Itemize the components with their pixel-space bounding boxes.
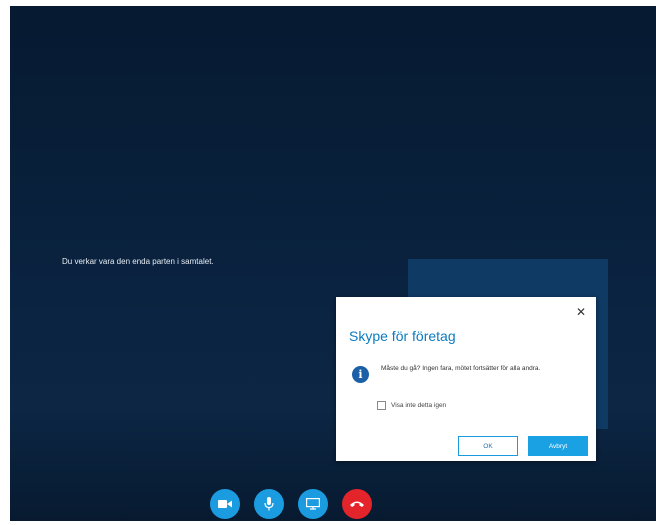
hang-up-button[interactable] xyxy=(342,489,372,519)
microphone-button[interactable] xyxy=(254,489,284,519)
dialog-message: Måste du gå? Ingen fara, mötet fortsätte… xyxy=(381,365,541,372)
dialog-title: Skype för företag xyxy=(349,328,456,344)
video-button[interactable] xyxy=(210,489,240,519)
video-camera-icon xyxy=(218,500,232,508)
solo-participant-message: Du verkar vara den enda parten i samtale… xyxy=(62,257,214,266)
info-icon: i xyxy=(352,366,369,383)
cancel-button[interactable]: Avbryt xyxy=(528,436,588,456)
call-window: Du verkar vara den enda parten i samtale… xyxy=(10,6,656,521)
microphone-icon xyxy=(264,497,274,511)
share-screen-button[interactable] xyxy=(298,489,328,519)
present-screen-icon xyxy=(306,498,320,510)
leave-meeting-dialog: ✕ Skype för företag i Måste du gå? Ingen… xyxy=(336,297,596,461)
ok-button[interactable]: OK xyxy=(458,436,518,456)
dont-show-again-label: Visa inte detta igen xyxy=(391,402,447,409)
hang-up-icon xyxy=(350,501,364,507)
dont-show-again-row[interactable]: Visa inte detta igen xyxy=(377,401,446,410)
dont-show-again-checkbox[interactable] xyxy=(377,401,386,410)
close-icon[interactable]: ✕ xyxy=(574,305,588,319)
call-controls xyxy=(210,489,372,519)
